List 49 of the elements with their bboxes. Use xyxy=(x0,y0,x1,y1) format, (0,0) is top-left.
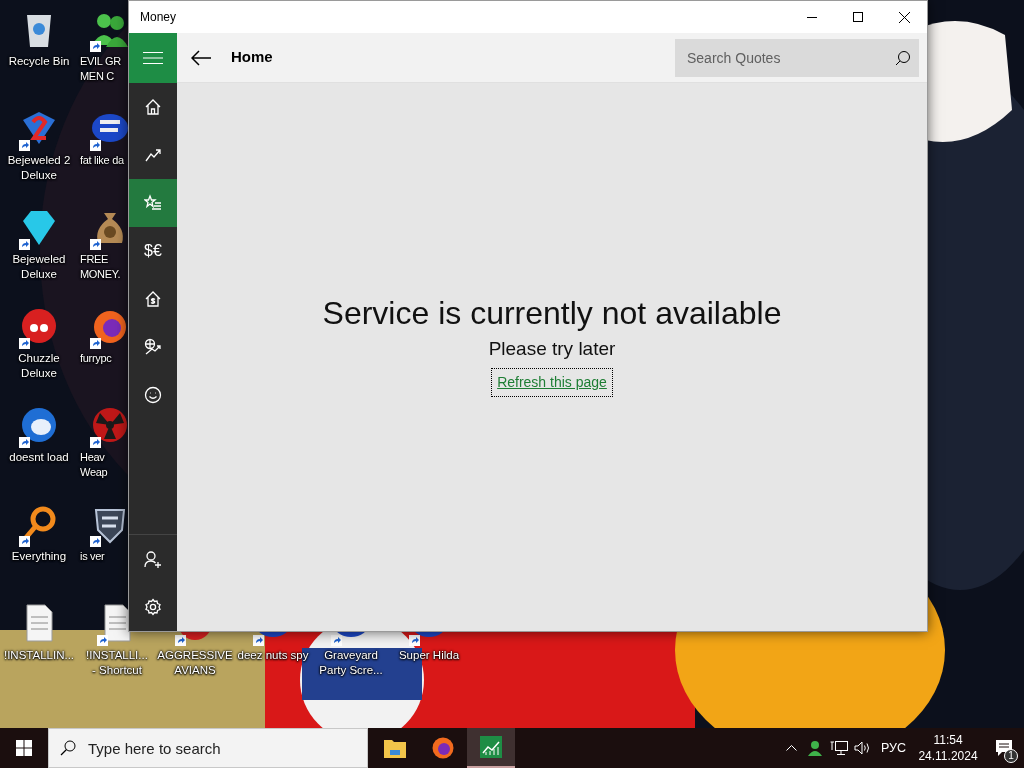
network-icon xyxy=(829,740,848,756)
add-person-icon xyxy=(144,550,162,568)
search-icon xyxy=(60,740,76,756)
smiley-icon xyxy=(144,386,162,404)
menu-icon xyxy=(143,52,163,64)
language-button[interactable]: РУС xyxy=(874,728,912,768)
house-dollar-icon xyxy=(144,290,162,308)
window-title: Money xyxy=(139,9,177,26)
icon-label[interactable]: Chuzzle Deluxe xyxy=(18,351,60,381)
home-icon xyxy=(144,98,162,116)
taskbar-app-button[interactable] xyxy=(467,728,515,768)
currency-icon: $€ xyxy=(144,242,162,260)
icon-label[interactable]: Everything xyxy=(11,549,67,564)
back-arrow-icon xyxy=(191,49,211,66)
ball-icon xyxy=(19,306,59,346)
star-list-icon xyxy=(144,194,162,212)
error-title: Service is currently not available xyxy=(322,294,782,334)
close-icon xyxy=(898,11,910,23)
globe-trend-icon xyxy=(144,338,162,356)
error-subtitle: Please try later xyxy=(488,337,616,362)
icon-label[interactable]: Recycle Bin xyxy=(8,54,70,69)
settings-icon xyxy=(144,598,162,616)
icon-label[interactable]: Bejeweled 2 Deluxe xyxy=(7,153,71,183)
person-icon xyxy=(807,740,822,756)
clock-button[interactable]: 11:54 24.11.2024 xyxy=(912,728,984,768)
folder-icon xyxy=(384,738,406,758)
notification-count: 1 xyxy=(1004,749,1018,763)
icon-label[interactable]: Bejeweled Deluxe xyxy=(12,252,66,282)
speaker-icon xyxy=(854,741,872,755)
icon-label[interactable]: Heav Weap xyxy=(80,450,108,480)
page-title: Home xyxy=(231,47,273,68)
notifications-button[interactable]: 1 xyxy=(984,728,1024,768)
icon-label[interactable]: fat like da xyxy=(80,153,124,168)
maximize-icon xyxy=(853,12,863,22)
minimize-icon xyxy=(807,16,817,18)
icon-label[interactable]: FREE MONEY. xyxy=(80,252,121,282)
trend-icon xyxy=(144,146,162,164)
search-field[interactable]: Search Quotes xyxy=(675,38,919,77)
icon-label[interactable]: is ver xyxy=(80,549,105,564)
hazard-icon xyxy=(90,405,130,445)
icon-label[interactable]: furrypc xyxy=(80,351,112,366)
windows-logo-icon xyxy=(16,740,32,756)
refresh-link[interactable]: Refresh this page xyxy=(491,367,613,397)
taskbar-search-field[interactable]: Type here to search xyxy=(48,728,368,768)
caret-icon xyxy=(786,745,798,751)
icon-label[interactable]: doesnt load xyxy=(9,450,69,465)
search-icon xyxy=(895,49,911,66)
chart-icon xyxy=(480,736,502,758)
icon-label[interactable]: EVIL GR MEN C xyxy=(80,54,121,84)
